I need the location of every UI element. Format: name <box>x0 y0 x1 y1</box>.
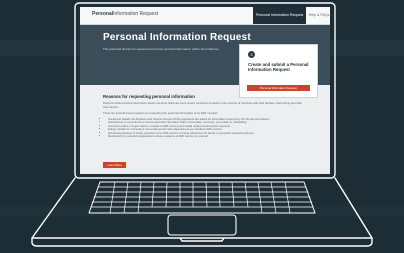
page-subtitle: The preferred channel to request and rec… <box>103 47 220 51</box>
personal-information-request-button[interactable]: Personal Information Request <box>247 85 310 91</box>
tab-personal-information-request[interactable]: Personal Information Request <box>253 7 306 24</box>
reasons-list: Social and Health: the Defence and Veter… <box>103 117 303 140</box>
intro-paragraph: Defence holds personal information about… <box>103 101 302 109</box>
section-title: Reasons for requesting personal informat… <box>103 94 195 99</box>
reasons-paragraph: There are several known reasons for requ… <box>103 111 219 115</box>
laptop-screen: PersonalInformation Request Personal Inf… <box>80 7 330 174</box>
brand-name-light: Information Request <box>113 11 159 17</box>
tab-help-faqs[interactable]: Help & FAQs <box>308 7 330 24</box>
step-number-badge: 3 <box>248 51 255 58</box>
page-title: Personal Information Request <box>103 32 251 43</box>
brand-logo[interactable]: PersonalInformation Request <box>92 11 158 17</box>
learn-more-button[interactable]: Learn More <box>103 162 126 168</box>
reasons-section: Reasons for requesting personal informat… <box>103 94 303 139</box>
list-item: Membership to relevant organisations whe… <box>108 135 303 139</box>
card-title: Create and submit a Personal Information… <box>248 62 309 73</box>
submit-request-card: 3 Create and submit a Personal Informati… <box>239 44 318 98</box>
brand-name-bold: Personal <box>92 11 114 17</box>
top-navbar: PersonalInformation Request Personal Inf… <box>80 7 330 25</box>
